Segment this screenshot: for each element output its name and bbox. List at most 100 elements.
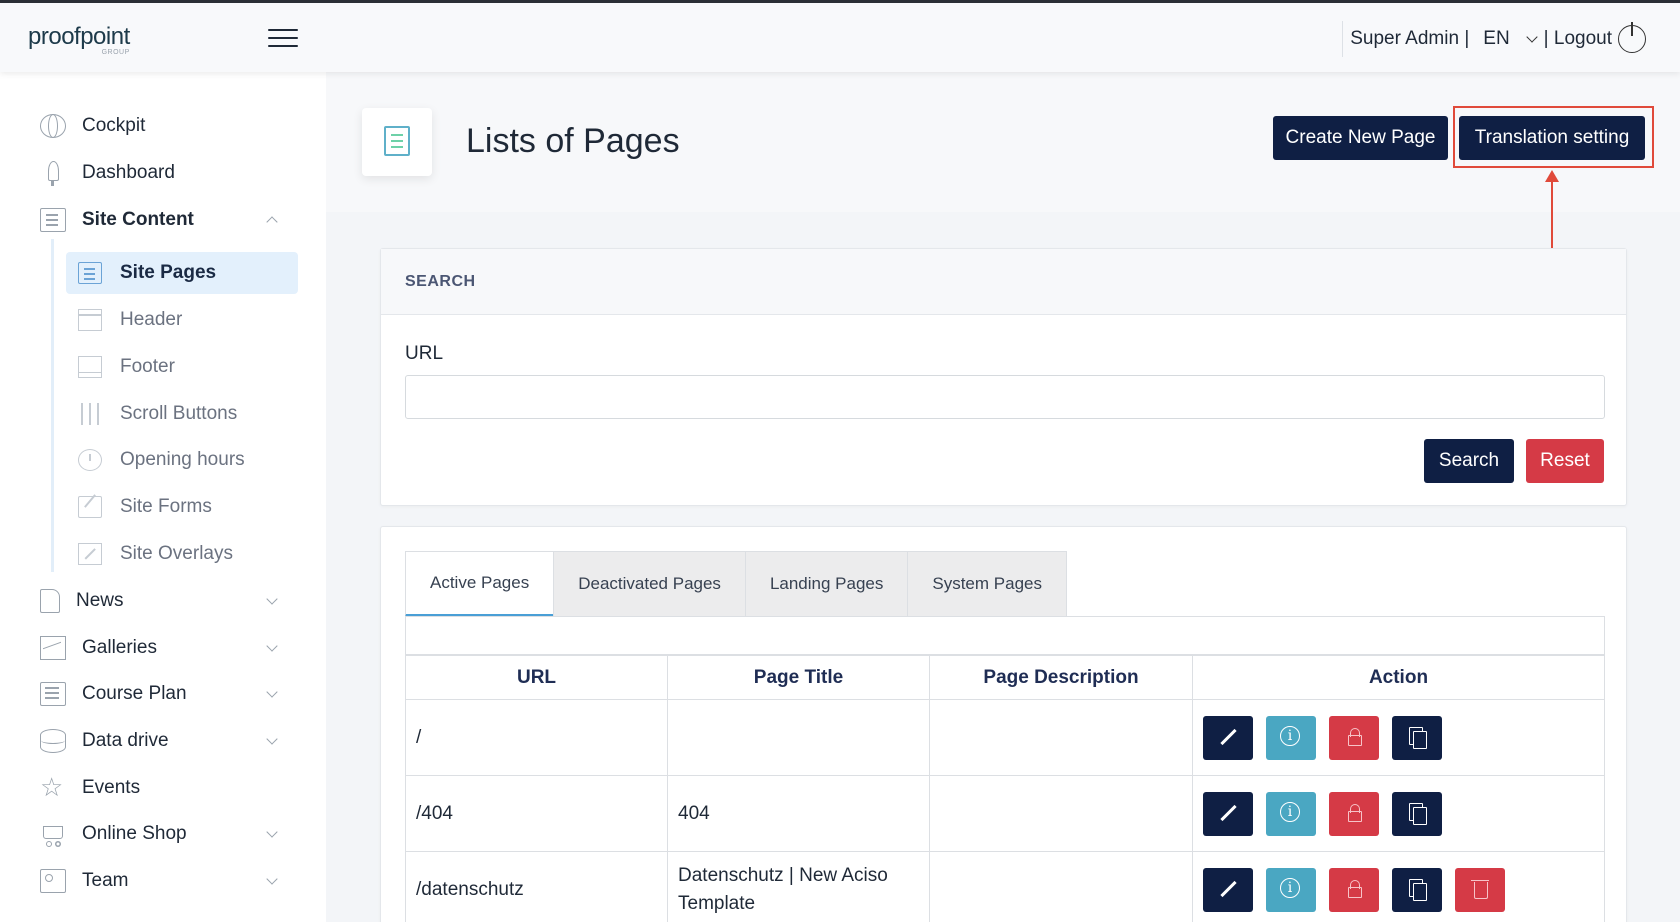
sidebar-subitem-site-pages[interactable]: Site Pages (66, 252, 298, 294)
table-row: / (405, 699, 1605, 776)
chevron-down-icon (266, 640, 278, 652)
cell-page-title: Datenschutz | New Aciso Template (667, 851, 930, 922)
sidebar-item-label: Cockpit (82, 115, 146, 136)
power-icon[interactable] (1618, 22, 1646, 53)
sidebar-subitem-header[interactable]: Header (66, 299, 298, 341)
info-icon[interactable] (1266, 867, 1316, 912)
chevron-down-icon (266, 686, 278, 698)
tab-active-pages[interactable]: Active Pages (405, 551, 555, 617)
create-new-page-button[interactable]: Create New Page (1273, 116, 1448, 160)
header-icon (78, 309, 102, 331)
copy-icon[interactable] (1392, 715, 1442, 760)
sidebar-item-course-plan[interactable]: Course Plan (40, 674, 290, 714)
cell-actions (1192, 775, 1605, 852)
submenu-line (51, 239, 54, 572)
logout-link[interactable]: | Logout (1544, 28, 1612, 50)
chevron-down-icon (266, 593, 278, 605)
info-icon[interactable] (1266, 791, 1316, 836)
info-icon[interactable] (1266, 715, 1316, 760)
sidebar-item-label: News (76, 590, 124, 611)
sidebar-item-cockpit[interactable]: Cockpit (40, 106, 290, 146)
sidebar: Cockpit Dashboard Site Content Site Page… (0, 72, 326, 922)
lock-icon[interactable] (1329, 791, 1379, 836)
cell-page-title: 404 (667, 775, 930, 852)
clock-icon (78, 449, 102, 471)
edit-pencil-icon[interactable] (1203, 791, 1253, 836)
sidebar-item-online-shop[interactable]: Online Shop (40, 814, 290, 854)
document-icon (40, 589, 60, 613)
lock-icon[interactable] (1329, 867, 1379, 912)
sidebar-item-data-drive[interactable]: Data drive (40, 721, 290, 761)
chevron-up-icon (266, 216, 278, 228)
cell-page-title (667, 699, 930, 776)
search-card: SEARCH URL Search Reset (380, 248, 1627, 506)
cell-actions (1192, 699, 1605, 776)
sidebar-item-label: Footer (120, 356, 175, 377)
sidebar-item-site-content[interactable]: Site Content (40, 200, 290, 240)
tab-deactivated-pages[interactable]: Deactivated Pages (553, 551, 746, 617)
sliders-icon (78, 403, 102, 425)
overlay-icon (78, 543, 102, 565)
sidebar-subitem-scroll-buttons[interactable]: Scroll Buttons (66, 393, 298, 435)
trash-icon[interactable] (1455, 867, 1505, 912)
sidebar-item-label: Header (120, 309, 183, 330)
chevron-down-icon (266, 873, 278, 885)
sidebar-item-team[interactable]: Team (40, 861, 290, 901)
pages-icon (384, 126, 410, 156)
rocket-icon (40, 161, 66, 186)
sidebar-item-label: Site Overlays (120, 543, 233, 564)
sidebar-item-label: Dashboard (82, 162, 175, 183)
sidebar-subitem-footer[interactable]: Footer (66, 346, 298, 388)
globe-icon (40, 114, 66, 138)
logo-text: proofpoint (28, 23, 130, 50)
table-row: /404 404 (405, 775, 1605, 852)
user-name: Super Admin | (1350, 28, 1470, 49)
page-header-icon (362, 108, 432, 176)
cell-page-description (929, 699, 1193, 776)
sidebar-item-news[interactable]: News (40, 581, 290, 621)
sidebar-item-label: Team (82, 870, 129, 891)
language-select[interactable]: EN (1483, 28, 1509, 50)
user-area: Super Admin | EN | Logout (1350, 22, 1646, 53)
topbar-divider (1342, 21, 1343, 57)
copy-icon[interactable] (1392, 791, 1442, 836)
sidebar-subitem-opening-hours[interactable]: Opening hours (66, 439, 298, 481)
hamburger-menu-icon[interactable] (268, 29, 298, 49)
column-header-action: Action (1192, 655, 1605, 700)
cell-actions (1192, 851, 1605, 922)
sidebar-subitem-site-overlays[interactable]: Site Overlays (66, 533, 298, 575)
edit-pencil-icon[interactable] (1203, 715, 1253, 760)
image-icon (40, 636, 66, 660)
logo[interactable]: proofpoint GROUP (28, 23, 130, 56)
tab-system-pages[interactable]: System Pages (907, 551, 1067, 617)
footer-icon (78, 356, 102, 378)
column-header-page-title[interactable]: Page Title (667, 655, 930, 700)
table-row: /datenschutz Datenschutz | New Aciso Tem… (405, 851, 1605, 922)
sidebar-item-dashboard[interactable]: Dashboard (40, 153, 290, 193)
chevron-down-icon[interactable] (1526, 31, 1538, 43)
url-input[interactable] (405, 375, 1605, 419)
column-header-url[interactable]: URL (405, 655, 668, 700)
copy-icon[interactable] (1392, 867, 1442, 912)
sidebar-item-label: Course Plan (82, 683, 187, 704)
cell-url: /404 (405, 775, 668, 852)
sidebar-item-events[interactable]: ☆ Events (40, 768, 290, 808)
chevron-down-icon (266, 826, 278, 838)
pages-table-card: Active Pages Deactivated Pages Landing P… (380, 526, 1627, 922)
edit-pencil-icon[interactable] (1203, 867, 1253, 912)
sidebar-item-galleries[interactable]: Galleries (40, 628, 290, 668)
sidebar-item-label: Opening hours (120, 449, 245, 470)
sidebar-item-label: Scroll Buttons (120, 403, 238, 424)
tab-landing-pages[interactable]: Landing Pages (744, 551, 909, 617)
annotation-highlight-box (1453, 106, 1654, 168)
pages-table: URL Page Title Page Description Action / (405, 655, 1605, 922)
lock-icon[interactable] (1329, 715, 1379, 760)
reset-button[interactable]: Reset (1526, 439, 1604, 483)
column-header-page-description[interactable]: Page Description (929, 655, 1193, 700)
logo-subtext: GROUP (101, 49, 130, 56)
cell-url: /datenschutz (405, 851, 668, 922)
search-button[interactable]: Search (1424, 439, 1514, 483)
sidebar-subitem-site-forms[interactable]: Site Forms (66, 486, 298, 528)
cell-page-description (929, 775, 1193, 852)
chevron-down-icon (266, 733, 278, 745)
